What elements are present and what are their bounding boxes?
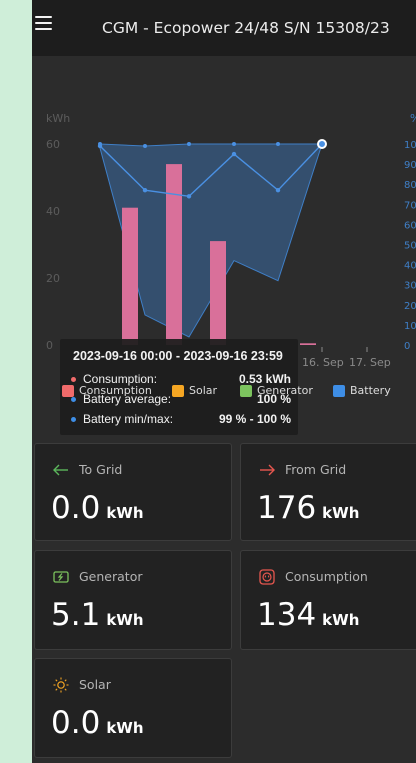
- tooltip-value: 99 % - 100 %: [218, 412, 291, 426]
- y-tick-right: 50: [404, 241, 416, 252]
- battery-average-point: [231, 151, 237, 157]
- y-tick-right: 40: [404, 261, 416, 272]
- card-value: 5.1 kWh: [51, 597, 144, 633]
- y-tick-left: 0: [46, 339, 53, 352]
- card-label: Solar: [79, 677, 111, 692]
- arrow-right-icon: [260, 464, 275, 476]
- tooltip-dot-icon: [71, 417, 76, 422]
- y-axis-unit-left: kWh: [46, 112, 70, 125]
- energy-chart[interactable]: kWh6040200%100908070605040302010016. Sep…: [32, 56, 416, 436]
- tooltip-row-battery-minmax: Battery min/max: 99 % - 100 %: [71, 412, 291, 428]
- card-value: 0.0 kWh: [51, 490, 144, 526]
- card-label: Generator: [79, 569, 143, 584]
- battery-max-point: [98, 142, 102, 146]
- battery-average-point: [275, 188, 281, 193]
- tooltip-title: 2023-09-16 00:00 - 2023-09-16 23:59: [73, 349, 283, 363]
- generator-icon: [53, 571, 69, 583]
- y-tick-left: 20: [46, 272, 60, 285]
- hover-point: [317, 139, 327, 149]
- x-tick-label: 16. Sep: [302, 356, 344, 369]
- y-tick-left: 60: [46, 138, 60, 151]
- legend-swatch-icon: [333, 385, 345, 397]
- sun-icon: [53, 677, 69, 693]
- app-header: CGM - Ecopower 24/48 S/N 15308/23: [32, 0, 416, 56]
- card-value: 176 kWh: [257, 490, 360, 526]
- app-frame: CGM - Ecopower 24/48 S/N 15308/23 kWh 60 4…: [32, 0, 416, 763]
- tooltip-label: Battery min/max:: [83, 412, 174, 426]
- y-tick-right: 30: [404, 281, 416, 292]
- legend-label: Solar: [189, 384, 218, 397]
- card-label: From Grid: [285, 462, 347, 477]
- consumption-bar: [122, 207, 138, 345]
- chart-legend: Consumption Solar Generator Battery: [32, 384, 416, 400]
- consumption-bar: [166, 164, 182, 345]
- battery-max-point: [276, 142, 280, 146]
- x-tick-label: 17. Sep: [349, 356, 391, 369]
- legend-label: Generator: [257, 384, 313, 397]
- y-tick-right: 100: [404, 140, 416, 151]
- card-value: 0.0 kWh: [51, 705, 144, 741]
- card-from-grid[interactable]: From Grid 176 kWh: [240, 443, 416, 541]
- outlet-icon: [259, 569, 275, 585]
- card-solar[interactable]: Solar 0.0 kWh: [34, 658, 232, 758]
- card-value: 134 kWh: [257, 597, 360, 633]
- battery-max-point: [187, 142, 191, 146]
- page-title: CGM - Ecopower 24/48 S/N 15308/23: [102, 19, 390, 37]
- y-tick-right: 20: [404, 301, 416, 312]
- y-tick-left: 40: [46, 205, 60, 218]
- legend-label: Battery: [350, 384, 391, 397]
- consumption-bar: [210, 241, 226, 345]
- y-axis-unit-right: %: [410, 112, 416, 125]
- hamburger-menu-icon[interactable]: [35, 16, 52, 30]
- tooltip-dot-icon: [71, 377, 76, 382]
- legend-label: Consumption: [79, 384, 152, 397]
- legend-swatch-icon: [62, 385, 74, 397]
- card-consumption[interactable]: Consumption 134 kWh: [240, 550, 416, 650]
- y-tick-right: 70: [404, 200, 416, 211]
- y-tick-right: 60: [404, 220, 416, 231]
- card-to-grid[interactable]: To Grid 0.0 kWh: [34, 443, 232, 541]
- battery-max-point: [232, 142, 236, 146]
- card-label: Consumption: [285, 569, 368, 584]
- legend-swatch-icon: [240, 385, 252, 397]
- y-tick-right: 10: [404, 321, 416, 332]
- card-label: To Grid: [79, 462, 123, 477]
- battery-max-point: [143, 144, 147, 148]
- y-tick-right: 0: [404, 341, 410, 352]
- legend-swatch-icon: [172, 385, 184, 397]
- arrow-left-icon: [53, 464, 68, 476]
- consumption-bar: [300, 343, 316, 345]
- card-generator[interactable]: Generator 5.1 kWh: [34, 550, 232, 650]
- y-tick-right: 90: [404, 160, 416, 171]
- battery-average-point: [186, 194, 192, 199]
- y-tick-right: 80: [404, 180, 416, 191]
- battery-average-point: [142, 188, 148, 193]
